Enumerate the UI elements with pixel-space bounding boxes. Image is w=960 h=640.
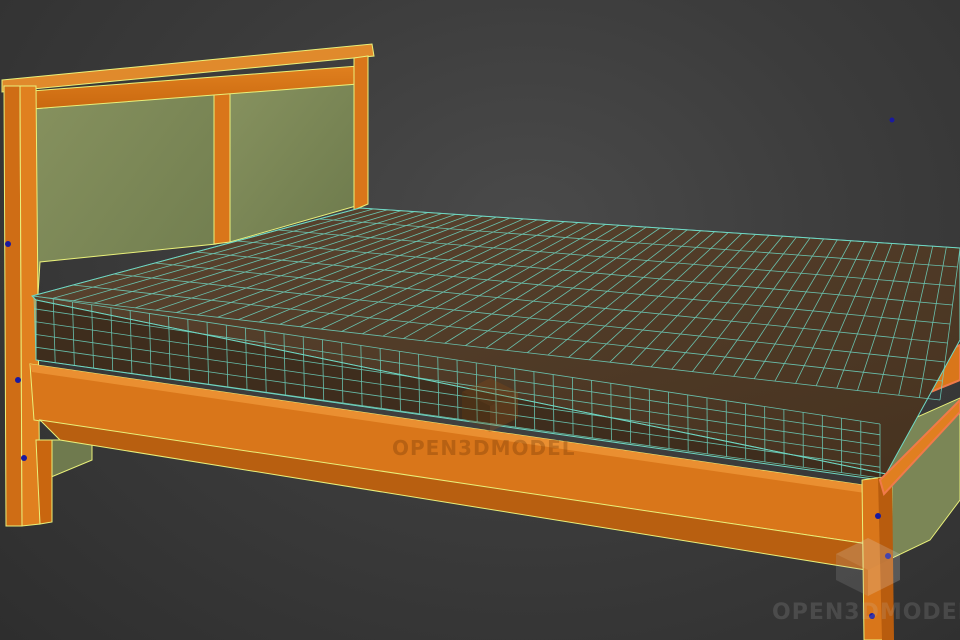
- mattress-wire-line: [648, 389, 651, 446]
- watermark-corner: OPEN3DMODEL: [772, 600, 960, 625]
- watermark-center: OPEN3DMODEL: [392, 436, 576, 460]
- logo-cube-icon: [836, 538, 900, 596]
- logo-cube-icon: [462, 378, 518, 432]
- mattress-wire-line: [668, 391, 670, 449]
- 3d-viewport: OPEN3DMODEL OPEN3DMODEL: [0, 0, 960, 640]
- bed-model-render: [1, 43, 960, 640]
